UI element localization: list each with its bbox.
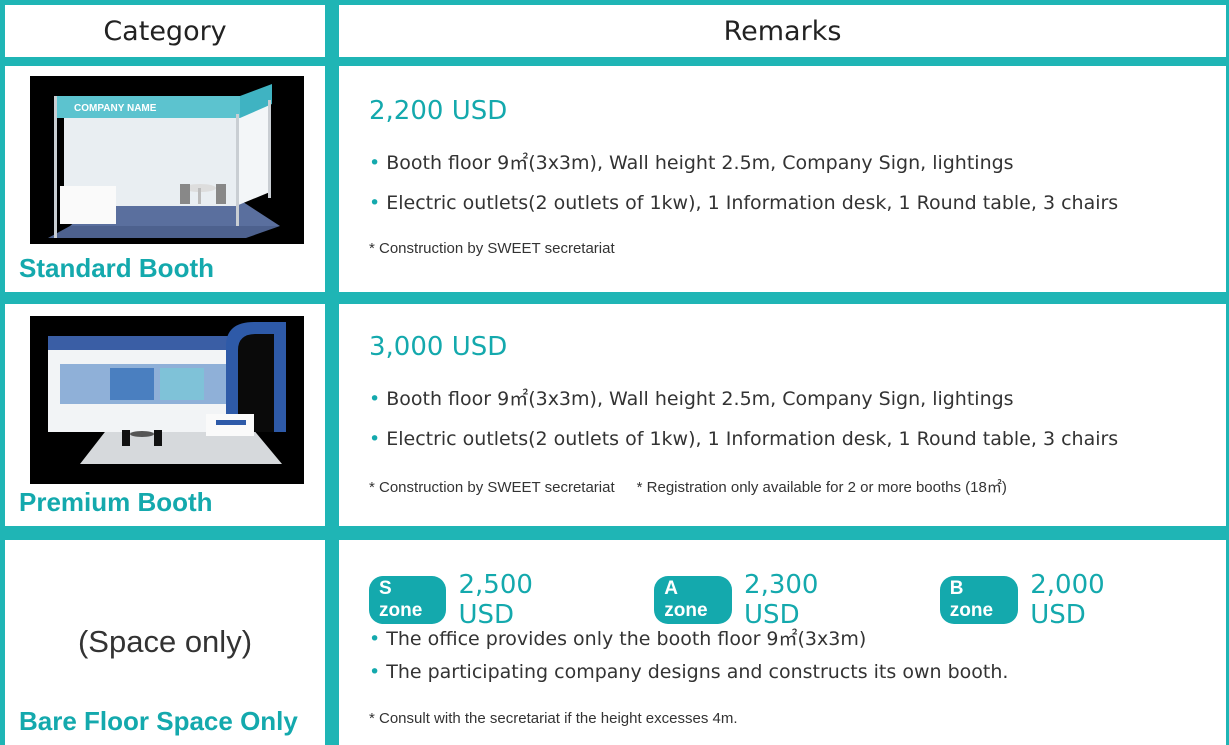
- footnote: * Construction by SWEET secretariat: [369, 240, 615, 257]
- remarks-standard-booth: 2,200 USD • Booth floor 9㎡(3x3m), Wall he…: [339, 66, 1226, 292]
- zone-badge: B zone: [939, 576, 1019, 624]
- price: 3,000 USD: [369, 332, 508, 362]
- category-name: Premium Booth: [19, 487, 213, 517]
- footnote-registration: * Registration only available for 2 or m…: [636, 479, 1007, 496]
- zone-price: 2,500 USD: [458, 570, 533, 630]
- premium-booth-image: [30, 316, 304, 484]
- sign-text: COMPANY NAME: [74, 103, 157, 114]
- category-bare-floor: (Space only) Bare Floor Space Only: [5, 540, 325, 745]
- category-name: Standard Booth: [19, 253, 214, 283]
- header-category: Category: [5, 5, 325, 57]
- header-remarks: Remarks: [339, 5, 1226, 57]
- footnote: * Construction by SWEET secretariat * Reg…: [369, 476, 1007, 497]
- zone-price-row: S zone 2,500 USD A zone 2,300 USD B zone…: [369, 570, 1226, 630]
- header-remarks-label: Remarks: [723, 15, 842, 47]
- price: 2,200 USD: [369, 96, 508, 126]
- bullet-item: • Booth floor 9㎡(3x3m), Wall height 2.5m,…: [369, 152, 1014, 174]
- zone-item: B zone 2,000 USD: [939, 570, 1160, 630]
- footnote: * Consult with the secretariat if the he…: [369, 710, 738, 727]
- bullet-item: • The participating company designs and c…: [369, 661, 1009, 683]
- bullet-item: • Electric outlets(2 outlets of 1kw), 1 I…: [369, 192, 1119, 214]
- space-only-label: (Space only): [77, 624, 253, 659]
- header-category-label: Category: [103, 15, 227, 47]
- bullet-item: • The office provides only the booth floo…: [369, 628, 867, 650]
- standard-booth-image: COMPANY NAME: [30, 76, 304, 244]
- zone-price: 2,000 USD: [1030, 570, 1105, 630]
- category-standard-booth: COMPANY NAME Standard Booth: [5, 66, 325, 292]
- category-name: Bare Floor Space Only: [19, 706, 298, 736]
- remarks-premium-booth: 3,000 USD • Booth floor 9㎡(3x3m), Wall he…: [339, 304, 1226, 526]
- remarks-bare-floor: S zone 2,500 USD A zone 2,300 USD B zone…: [339, 540, 1226, 745]
- category-premium-booth: Premium Booth: [5, 304, 325, 526]
- zone-item: A zone 2,300 USD: [654, 570, 874, 630]
- zone-price: 2,300 USD: [744, 570, 819, 630]
- zone-badge: S zone: [369, 576, 447, 624]
- booth-pricing-table: Category Remarks COMPANY NAME Standard B…: [0, 0, 1229, 745]
- zone-item: S zone 2,500 USD: [369, 570, 588, 630]
- footnote-construction: * Construction by SWEET secretariat: [369, 479, 615, 496]
- bullet-item: • Electric outlets(2 outlets of 1kw), 1 I…: [369, 428, 1119, 450]
- zone-badge: A zone: [654, 576, 733, 624]
- bullet-item: • Booth floor 9㎡(3x3m), Wall height 2.5m,…: [369, 388, 1014, 410]
